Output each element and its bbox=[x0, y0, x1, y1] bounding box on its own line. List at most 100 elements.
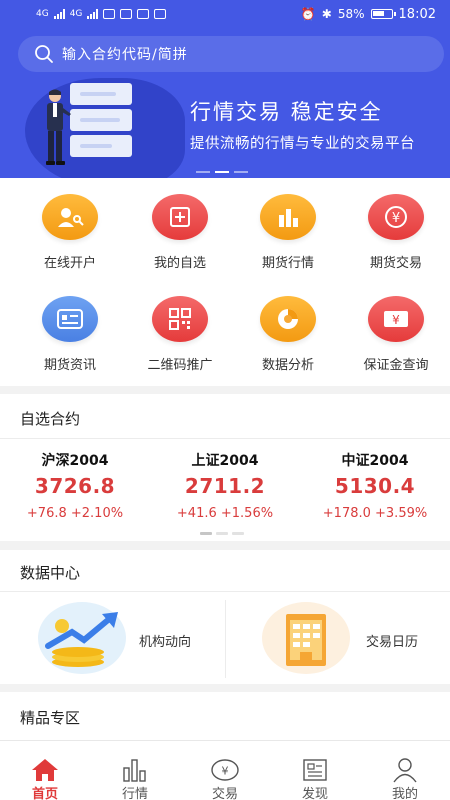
grid-label: 期货行情 bbox=[261, 256, 314, 271]
banner-pager bbox=[196, 171, 248, 173]
quote-card[interactable]: 中证2004 5130.4 +178.0 +3.59% bbox=[300, 450, 450, 521]
tab-discover[interactable]: 发现 bbox=[270, 741, 360, 800]
banner-illustration-card bbox=[70, 109, 132, 131]
rising-arrow-coins-icon bbox=[38, 602, 126, 674]
home-icon bbox=[32, 759, 58, 781]
grid-label: 在线开户 bbox=[43, 256, 96, 271]
yen-ticket-icon: ¥ bbox=[368, 296, 424, 342]
grid-label: 保证金查询 bbox=[363, 358, 429, 373]
add-favorite-icon bbox=[152, 194, 208, 240]
pager-dot[interactable] bbox=[196, 171, 210, 173]
tab-label: 我的 bbox=[391, 787, 418, 800]
open-account-icon bbox=[42, 194, 98, 240]
businessman-illustration bbox=[46, 89, 71, 165]
message-icon bbox=[137, 9, 150, 19]
pager-dot-active[interactable] bbox=[215, 171, 229, 173]
pager-dot[interactable] bbox=[234, 171, 248, 173]
data-center-label: 机构动向 bbox=[139, 635, 192, 650]
yen-circle-icon: ¥ bbox=[211, 759, 239, 781]
quote-name: 沪深2004 bbox=[41, 453, 109, 469]
banner-title: 行情交易 稳定安全 bbox=[190, 100, 383, 124]
grid-label: 二维码推广 bbox=[147, 358, 213, 373]
grid-item-open-account[interactable]: 在线开户 bbox=[14, 194, 126, 271]
grid-item-qr-promotion[interactable]: 二维码推广 bbox=[124, 296, 236, 373]
qq-icon bbox=[154, 9, 167, 19]
grid-label: 我的自选 bbox=[153, 256, 206, 271]
wechat-icon bbox=[103, 9, 116, 19]
quote-name: 中证2004 bbox=[341, 453, 409, 469]
svg-text:¥: ¥ bbox=[392, 313, 400, 327]
quote-name: 上证2004 bbox=[191, 453, 259, 469]
divider bbox=[0, 438, 450, 439]
tab-home[interactable]: 首页 bbox=[0, 741, 90, 800]
bluetooth-icon: ✱ bbox=[321, 7, 332, 21]
quote-price: 2711.2 bbox=[184, 474, 266, 498]
grid-label: 期货资讯 bbox=[43, 358, 96, 373]
search-icon bbox=[35, 45, 53, 63]
search-bar[interactable]: 输入合约代码/简拼 bbox=[18, 36, 444, 72]
quote-card[interactable]: 上证2004 2711.2 +41.6 +1.56% bbox=[150, 450, 300, 521]
premium-section: 精品专区 bbox=[0, 692, 450, 740]
banner-subtitle: 提供流畅的行情与专业的交易平台 bbox=[190, 136, 415, 152]
banner-illustration-card bbox=[70, 83, 132, 105]
svg-text:¥: ¥ bbox=[392, 211, 400, 226]
quote-price: 5130.4 bbox=[334, 474, 416, 498]
grid-label: 期货交易 bbox=[369, 256, 422, 271]
quote-change: +76.8 +2.10% bbox=[26, 506, 124, 521]
grid-item-futures-trading[interactable]: ¥ 期货交易 bbox=[340, 194, 450, 271]
bar-chart-icon bbox=[123, 759, 146, 782]
pager-dot-active[interactable] bbox=[200, 532, 212, 535]
data-center-label: 交易日历 bbox=[366, 635, 419, 650]
status-right-icons: ⏰ ✱ 58% 18:02 bbox=[301, 7, 436, 22]
newspaper-icon bbox=[303, 759, 327, 781]
quote-card[interactable]: 沪深2004 3726.8 +76.8 +2.10% bbox=[0, 450, 150, 521]
data-center-item-calendar[interactable]: 交易日历 bbox=[226, 592, 450, 684]
grid-item-futures-news[interactable]: 期货资讯 bbox=[14, 296, 126, 373]
signal-icon-2 bbox=[87, 9, 99, 19]
battery-percent: 58% bbox=[337, 7, 365, 21]
banner-illustration-card bbox=[70, 135, 132, 157]
news-card-icon bbox=[42, 296, 98, 342]
user-icon bbox=[393, 758, 417, 783]
grid-item-my-favorites[interactable]: 我的自选 bbox=[124, 194, 236, 271]
status-bar: 4G 4G ⏰ ✱ 58% 18:02 bbox=[0, 0, 450, 28]
hero-banner[interactable]: 输入合约代码/简拼 行情交易 稳定安全 提供流畅的行情与专业的交易平台 bbox=[0, 28, 450, 178]
data-center-item-institution[interactable]: 机构动向 bbox=[0, 592, 225, 684]
yen-coin-icon: ¥ bbox=[368, 194, 424, 240]
shield-icon bbox=[120, 9, 133, 19]
tab-profile[interactable]: 我的 bbox=[360, 741, 450, 800]
section-title: 自选合约 bbox=[20, 410, 81, 428]
pager-dot[interactable] bbox=[232, 532, 244, 535]
pie-chart-icon bbox=[260, 296, 316, 342]
tab-label: 发现 bbox=[301, 787, 328, 800]
status-left-icons: 4G 4G bbox=[36, 9, 167, 19]
section-title: 精品专区 bbox=[20, 709, 81, 727]
tab-label: 行情 bbox=[121, 787, 148, 800]
data-center-section: 数据中心 机构动向 交易日历 bbox=[0, 550, 450, 684]
alarm-icon: ⏰ bbox=[300, 7, 316, 21]
grid-item-futures-quotes[interactable]: 期货行情 bbox=[232, 194, 344, 271]
battery-icon bbox=[370, 9, 396, 19]
network-type-label: 4G bbox=[36, 9, 49, 19]
qr-code-icon bbox=[152, 296, 208, 342]
network-type-label-2: 4G bbox=[69, 9, 83, 19]
calendar-icon bbox=[262, 602, 350, 674]
grid-item-margin-query[interactable]: ¥ 保证金查询 bbox=[340, 296, 450, 373]
bottom-tab-bar: 首页 行情 ¥ 交易 发现 我的 bbox=[0, 740, 450, 800]
search-placeholder: 输入合约代码/简拼 bbox=[62, 47, 188, 63]
feature-grid: 在线开户 我的自选 期货行情 ¥ 期货交易 期货资讯 二维码推广 数据分析 ¥ … bbox=[0, 178, 450, 386]
app-screen: 4G 4G ⏰ ✱ 58% 18:02 输入合约代码/简拼 行情交易 稳定安全 … bbox=[0, 0, 450, 800]
watchlist-section: 自选合约 沪深2004 3726.8 +76.8 +2.10% 上证2004 2… bbox=[0, 394, 450, 541]
quote-change: +41.6 +1.56% bbox=[176, 506, 274, 521]
signal-icon bbox=[53, 9, 65, 19]
quote-price: 3726.8 bbox=[34, 474, 116, 498]
tab-quotes[interactable]: 行情 bbox=[90, 741, 180, 800]
watchlist-pager bbox=[200, 532, 244, 535]
grid-item-data-analysis[interactable]: 数据分析 bbox=[232, 296, 344, 373]
tab-trade[interactable]: ¥ 交易 bbox=[180, 741, 270, 800]
clock: 18:02 bbox=[398, 6, 436, 22]
bar-chart-icon bbox=[260, 194, 316, 240]
grid-label: 数据分析 bbox=[261, 358, 314, 373]
pager-dot[interactable] bbox=[216, 532, 228, 535]
tab-label: 首页 bbox=[31, 787, 58, 800]
